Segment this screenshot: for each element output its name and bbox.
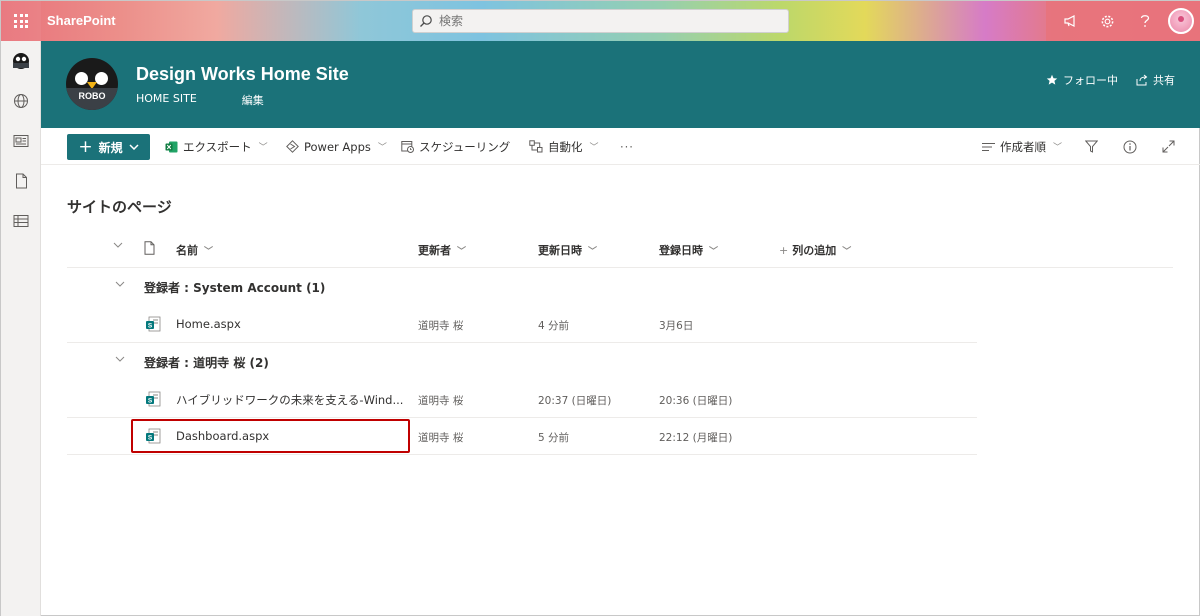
site-navigation: HOME SITE 編集: [136, 92, 264, 108]
site-title[interactable]: Design Works Home Site: [136, 64, 349, 85]
file-name[interactable]: Dashboard.aspx: [176, 429, 269, 443]
list-item[interactable]: S Home.aspx 道明寺 桜 4 分前 3月6日: [67, 306, 977, 343]
chevron-down-icon: ﹀: [842, 246, 852, 257]
command-bar: + 新規 エクスポート ﹀ Power Apps ﹀ スケジューリング 自動化 …: [41, 128, 1200, 165]
plus-icon: +: [78, 136, 93, 157]
modified-date: 4 分前: [538, 320, 570, 332]
export-button[interactable]: エクスポート ﹀: [165, 128, 268, 165]
list-item[interactable]: S ハイブリッドワークの未来を支える-Wind... 道明寺 桜 20:37 (…: [67, 381, 977, 418]
automate-icon: [529, 140, 543, 153]
powerapps-icon: [286, 140, 299, 153]
modified-date: 20:37 (日曜日): [538, 395, 612, 407]
document-icon[interactable]: [1, 161, 41, 201]
site-logo-mini-icon[interactable]: [1, 41, 41, 81]
share-button[interactable]: 共有: [1136, 72, 1175, 88]
more-button[interactable]: ···: [620, 128, 634, 165]
svg-text:S: S: [148, 434, 153, 441]
chevron-down-icon: ﹀: [588, 246, 598, 257]
svg-text:S: S: [148, 397, 153, 404]
filter-icon[interactable]: [1085, 128, 1098, 165]
sort-button[interactable]: 作成者順 ﹀: [982, 128, 1062, 165]
chevron-down-icon: ﹀: [1053, 143, 1063, 153]
powerapps-button[interactable]: Power Apps ﹀: [286, 128, 387, 165]
modified-by: 道明寺 桜: [418, 432, 464, 444]
column-modified[interactable]: 更新日時 ﹀: [538, 242, 597, 258]
column-modified-by[interactable]: 更新者 ﹀: [418, 242, 466, 258]
chevron-down-icon: [129, 144, 139, 150]
chevron-down-icon: ﹀: [457, 246, 467, 257]
group-header[interactable]: 登録者 : System Account (1): [67, 268, 1173, 306]
sharepoint-page-icon: S: [145, 428, 161, 447]
news-icon[interactable]: [1, 121, 41, 161]
list-item[interactable]: S Dashboard.aspx 道明寺 桜 5 分前 22:12 (月曜日): [67, 418, 977, 455]
created-date: 22:12 (月曜日): [659, 432, 733, 444]
app-bar: [1, 41, 41, 616]
gear-icon[interactable]: [1089, 1, 1126, 41]
star-icon: [1046, 74, 1058, 85]
sharepoint-page-icon: S: [145, 316, 161, 335]
chevron-down-icon: ﹀: [204, 246, 214, 257]
site-actions: フォロー中 共有: [1046, 72, 1175, 88]
list-icon[interactable]: [1, 201, 41, 241]
modified-by: 道明寺 桜: [418, 395, 464, 407]
chevron-down-icon[interactable]: [115, 354, 125, 365]
share-icon: [1136, 74, 1148, 86]
file-type-icon[interactable]: [144, 241, 155, 255]
suite-bar: SharePoint: [1, 1, 1200, 41]
pages-list: 名前 ﹀ 更新者 ﹀ 更新日時 ﹀ 登録日時 ﹀ + 列の追加 ﹀ 登録者 : System…: [67, 231, 1173, 455]
group-header[interactable]: 登録者 : 道明寺 桜 (2): [67, 343, 1173, 381]
sort-lines-icon: [982, 142, 995, 151]
scheduling-button[interactable]: スケジューリング: [401, 128, 510, 165]
plus-icon: +: [779, 243, 789, 257]
add-column-button[interactable]: + 列の追加 ﹀: [779, 242, 851, 258]
globe-icon[interactable]: [1, 81, 41, 121]
created-date: 20:36 (日曜日): [659, 395, 733, 407]
nav-edit[interactable]: 編集: [242, 92, 264, 108]
search-box[interactable]: [412, 9, 789, 33]
chevron-down-icon[interactable]: [115, 279, 125, 290]
new-button[interactable]: + 新規: [67, 134, 150, 160]
column-name[interactable]: 名前 ﹀: [176, 242, 213, 258]
search-input[interactable]: [439, 14, 739, 28]
follow-button[interactable]: フォロー中: [1046, 72, 1118, 88]
chevron-down-icon: ﹀: [589, 143, 599, 153]
automate-button[interactable]: 自動化 ﹀: [529, 128, 599, 165]
list-header: 名前 ﹀ 更新者 ﹀ 更新日時 ﹀ 登録日時 ﹀ + 列の追加 ﹀: [67, 231, 1173, 268]
megaphone-icon[interactable]: [1052, 1, 1089, 41]
created-date: 3月6日: [659, 320, 694, 332]
expand-icon[interactable]: [1162, 128, 1175, 165]
chevron-down-icon: ﹀: [709, 246, 719, 257]
sharepoint-page-icon: S: [145, 391, 161, 410]
waffle-icon[interactable]: [1, 1, 41, 41]
nav-home-site[interactable]: HOME SITE: [136, 92, 197, 108]
file-name[interactable]: Home.aspx: [176, 317, 241, 331]
column-created[interactable]: 登録日時 ﹀: [659, 242, 718, 258]
chevron-down-icon: ﹀: [377, 143, 387, 153]
excel-icon: [165, 141, 178, 152]
help-icon[interactable]: [1126, 1, 1163, 41]
modified-date: 5 分前: [538, 432, 570, 444]
info-icon[interactable]: [1123, 128, 1137, 165]
suite-actions: [1046, 1, 1200, 41]
site-header: ROBO Design Works Home Site HOME SITE 編集…: [41, 41, 1200, 128]
brand-link[interactable]: SharePoint: [47, 13, 116, 28]
avatar[interactable]: [1168, 8, 1194, 34]
calendar-clock-icon: [401, 141, 414, 153]
file-name[interactable]: ハイブリッドワークの未来を支える-Wind...: [176, 392, 403, 408]
site-logo[interactable]: ROBO: [66, 58, 118, 110]
svg-text:S: S: [148, 322, 153, 329]
page-title: サイトのページ: [67, 198, 172, 216]
search-icon: [413, 10, 439, 32]
collapse-all-icon[interactable]: [113, 242, 123, 248]
chevron-down-icon: ﹀: [258, 143, 268, 153]
modified-by: 道明寺 桜: [418, 320, 464, 332]
